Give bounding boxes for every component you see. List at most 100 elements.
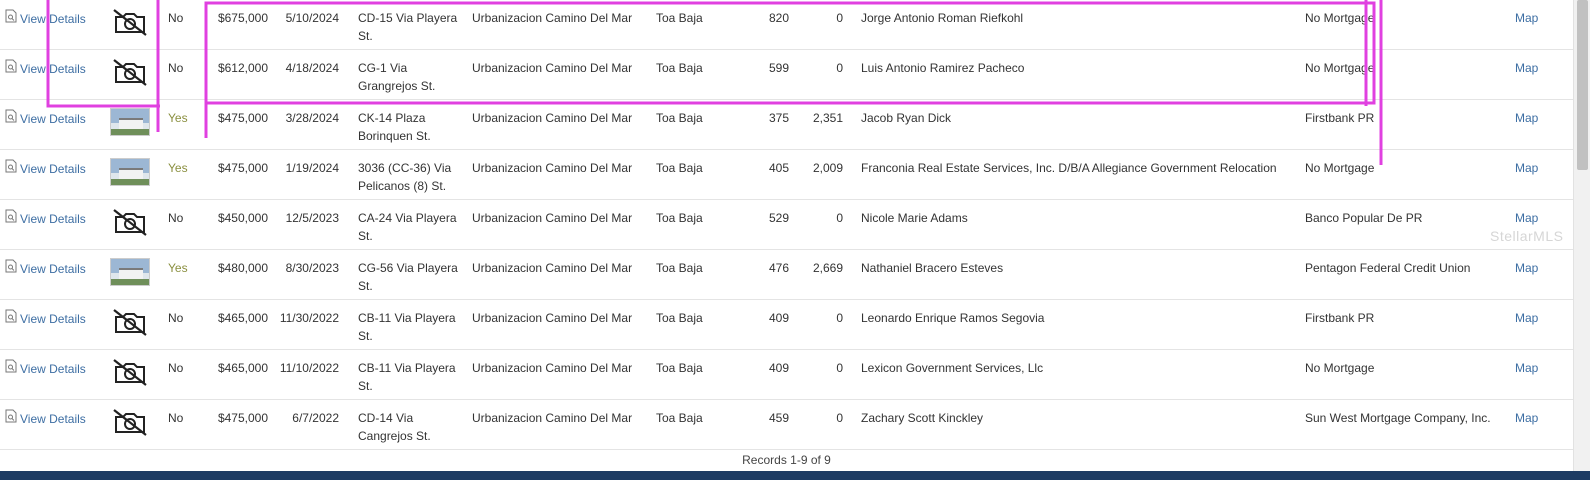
yes-no-flag: No bbox=[168, 61, 184, 75]
view-details-link[interactable]: View Details bbox=[5, 59, 86, 78]
sale-date: 3/28/2024 bbox=[285, 111, 339, 125]
view-details-label: View Details bbox=[20, 61, 86, 76]
view-details-link[interactable]: View Details bbox=[5, 409, 86, 428]
yes-no-flag: No bbox=[168, 211, 184, 225]
no-photo-icon[interactable] bbox=[110, 208, 150, 236]
subdivision: Urbanizacion Camino Del Mar bbox=[472, 411, 633, 425]
table-row: View Details No $465,000 11/30/2022 CB-11 Vi… bbox=[0, 300, 1573, 350]
property-photo[interactable] bbox=[110, 258, 150, 286]
sale-price: $475,000 bbox=[217, 161, 268, 175]
subdivision: Urbanizacion Camino Del Mar bbox=[472, 161, 633, 175]
scrollbar-thumb[interactable] bbox=[1577, 0, 1588, 170]
property-photo[interactable] bbox=[110, 108, 150, 136]
address: CA-24 Via Playera St. bbox=[358, 211, 457, 243]
document-icon bbox=[5, 409, 17, 423]
map-link[interactable]: Map bbox=[1515, 209, 1538, 227]
map-link[interactable]: Map bbox=[1515, 309, 1538, 327]
map-link[interactable]: Map bbox=[1515, 59, 1538, 77]
address: CK-14 Plaza Borinquen St. bbox=[358, 111, 431, 143]
view-details-link[interactable]: View Details bbox=[5, 259, 86, 278]
map-link[interactable]: Map bbox=[1515, 409, 1538, 427]
buyer-name: Nicole Marie Adams bbox=[861, 211, 968, 225]
lot-size: 2,009 bbox=[812, 161, 843, 175]
buyer-name: Jacob Ryan Dick bbox=[861, 111, 952, 125]
sale-date: 5/10/2024 bbox=[285, 11, 339, 25]
lender-name: No Mortgage bbox=[1305, 361, 1375, 375]
city: Toa Baja bbox=[656, 311, 703, 325]
document-icon bbox=[5, 109, 17, 123]
no-photo-icon[interactable] bbox=[110, 8, 150, 36]
city: Toa Baja bbox=[656, 11, 703, 25]
no-photo-icon[interactable] bbox=[110, 308, 150, 336]
view-details-link[interactable]: View Details bbox=[5, 109, 86, 128]
sale-date: 8/30/2023 bbox=[285, 261, 339, 275]
table-row: View Details No $612,000 4/18/2024 CG-1 Via … bbox=[0, 50, 1573, 100]
yes-no-flag: No bbox=[168, 11, 184, 25]
square-feet: 405 bbox=[768, 161, 789, 175]
document-icon-wrap bbox=[5, 359, 17, 378]
document-icon bbox=[5, 59, 17, 73]
yes-no-flag: No bbox=[168, 411, 184, 425]
map-link[interactable]: Map bbox=[1515, 9, 1538, 27]
sale-date: 6/7/2022 bbox=[292, 411, 339, 425]
document-icon-wrap bbox=[5, 109, 17, 128]
table-row: View Details No $465,000 11/10/2022 CB-11 Vi… bbox=[0, 350, 1573, 400]
sale-price: $612,000 bbox=[217, 61, 268, 75]
view-details-link[interactable]: View Details bbox=[5, 209, 86, 228]
lender-name: No Mortgage bbox=[1305, 161, 1375, 175]
table-row: View Details Yes $475,000 1/19/2024 3036 (CC… bbox=[0, 150, 1573, 200]
subdivision: Urbanizacion Camino Del Mar bbox=[472, 11, 633, 25]
lender-name: Sun West Mortgage Company, Inc. bbox=[1305, 411, 1491, 425]
lender-name: Pentagon Federal Credit Union bbox=[1305, 261, 1471, 275]
view-details-label: View Details bbox=[20, 311, 86, 326]
map-link[interactable]: Map bbox=[1515, 159, 1538, 177]
map-link[interactable]: Map bbox=[1515, 109, 1538, 127]
vertical-scrollbar[interactable] bbox=[1573, 0, 1590, 471]
sale-price: $480,000 bbox=[217, 261, 268, 275]
table-row: View Details No $675,000 5/10/2024 CD-15 Via… bbox=[0, 0, 1573, 50]
document-icon bbox=[5, 359, 17, 373]
property-photo[interactable] bbox=[110, 158, 150, 186]
no-photo-icon[interactable] bbox=[110, 358, 150, 386]
table-row: View Details No $450,000 12/5/2023 CA-24 Via… bbox=[0, 200, 1573, 250]
table-row: View Details Yes $480,000 8/30/2023 CG-56 Vi… bbox=[0, 250, 1573, 300]
sale-price: $465,000 bbox=[217, 311, 268, 325]
view-details-link[interactable]: View Details bbox=[5, 9, 86, 28]
document-icon bbox=[5, 9, 17, 23]
buyer-name: Leonardo Enrique Ramos Segovia bbox=[861, 311, 1045, 325]
watermark: StellarMLS bbox=[1490, 228, 1564, 244]
view-details-link[interactable]: View Details bbox=[5, 359, 86, 378]
subdivision: Urbanizacion Camino Del Mar bbox=[472, 111, 633, 125]
subdivision: Urbanizacion Camino Del Mar bbox=[472, 311, 633, 325]
results-table: View Details No $675,000 5/10/2024 CD-15 Via… bbox=[0, 0, 1573, 480]
buyer-name: Nathaniel Bracero Esteves bbox=[861, 261, 1004, 275]
lot-size: 0 bbox=[836, 61, 843, 75]
yes-no-flag: No bbox=[168, 311, 184, 325]
map-link[interactable]: Map bbox=[1515, 359, 1538, 377]
address: CB-11 Via Playera St. bbox=[358, 361, 456, 393]
lender-name: No Mortgage bbox=[1305, 61, 1375, 75]
buyer-name: Franconia Real Estate Services, Inc. D/B… bbox=[861, 161, 1277, 175]
no-photo-icon[interactable] bbox=[110, 408, 150, 436]
city: Toa Baja bbox=[656, 111, 703, 125]
lender-name: Firstbank PR bbox=[1305, 111, 1375, 125]
lot-size: 0 bbox=[836, 361, 843, 375]
document-icon bbox=[5, 309, 17, 323]
document-icon-wrap bbox=[5, 159, 17, 178]
map-link[interactable]: Map bbox=[1515, 259, 1538, 277]
buyer-name: Zachary Scott Kinckley bbox=[861, 411, 984, 425]
view-details-link[interactable]: View Details bbox=[5, 159, 86, 178]
table-row: View Details Yes $475,000 3/28/2024 CK-14 Pl… bbox=[0, 100, 1573, 150]
square-feet: 459 bbox=[768, 411, 789, 425]
document-icon-wrap bbox=[5, 59, 17, 78]
no-photo-icon[interactable] bbox=[110, 58, 150, 86]
lot-size: 0 bbox=[836, 11, 843, 25]
view-details-link[interactable]: View Details bbox=[5, 309, 86, 328]
buyer-name: Lexicon Government Services, Llc bbox=[861, 361, 1044, 375]
subdivision: Urbanizacion Camino Del Mar bbox=[472, 61, 633, 75]
yes-no-flag: No bbox=[168, 361, 184, 375]
sale-date: 1/19/2024 bbox=[285, 161, 339, 175]
view-details-label: View Details bbox=[20, 11, 86, 26]
square-feet: 820 bbox=[768, 11, 789, 25]
view-details-label: View Details bbox=[20, 211, 86, 226]
